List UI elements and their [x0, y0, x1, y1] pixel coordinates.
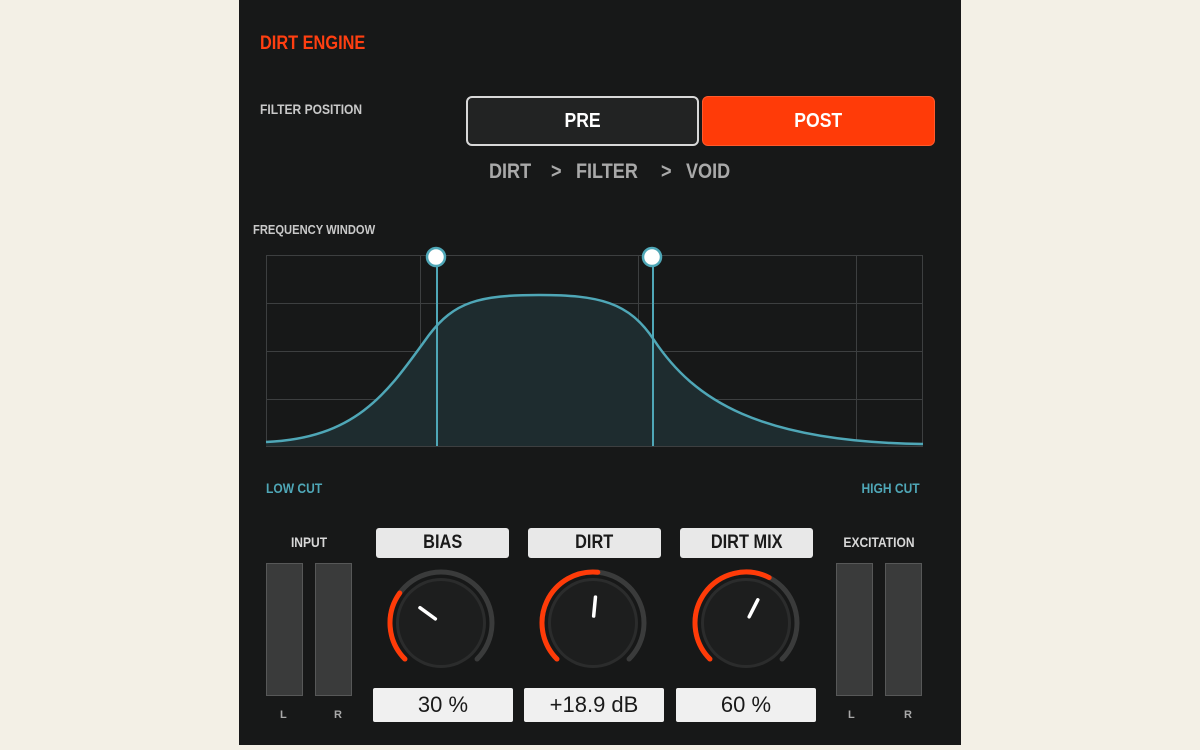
app-title: DIRT ENGINE: [260, 33, 366, 54]
filter-post-button[interactable]: POST: [702, 96, 935, 146]
dirt-engine-panel: DIRT ENGINE FILTER POSITION PRE POST DIR…: [239, 0, 961, 745]
frequency-window-graph: [265, 246, 924, 447]
bias-value[interactable]: 30 %: [373, 688, 513, 722]
dirt-knob[interactable]: [538, 568, 648, 678]
bias-knob[interactable]: [386, 568, 496, 678]
dirt-value[interactable]: +18.9 dB: [524, 688, 664, 722]
input-meter-left: [266, 563, 303, 696]
chain-step-dirt: DIRT: [489, 160, 532, 183]
excitation-meter-left: [836, 563, 873, 696]
low-cut-label: LOW CUT: [266, 480, 323, 496]
low-cut-handle[interactable]: [425, 246, 447, 268]
bias-title-text: BIAS: [422, 532, 463, 553]
dirt-mix-title: DIRT MIX: [680, 528, 813, 558]
filter-pre-button[interactable]: PRE: [466, 96, 699, 146]
input-meter-title: INPUT: [290, 534, 328, 550]
high-cut-label: HIGH CUT: [861, 480, 920, 496]
filter-post-label: POST: [794, 109, 843, 132]
dirt-mix-value[interactable]: 60 %: [676, 688, 816, 722]
dirt-title: DIRT: [528, 528, 661, 558]
input-left-label: L: [280, 709, 287, 721]
chain-arrow-2: >: [661, 160, 672, 183]
chain-arrow-1: >: [551, 160, 562, 183]
high-cut-handle[interactable]: [641, 246, 663, 268]
excitation-left-label: L: [848, 709, 855, 721]
input-right-label: R: [334, 709, 342, 721]
excitation-meter-right: [885, 563, 922, 696]
chain-step-filter: FILTER: [576, 160, 639, 183]
dirt-mix-knob[interactable]: [691, 568, 801, 678]
filter-position-label: FILTER POSITION: [260, 101, 363, 117]
filter-curve-fill: [266, 295, 923, 446]
excitation-meter-title: EXCITATION: [843, 534, 915, 550]
bias-title: BIAS: [376, 528, 509, 558]
chain-step-void: VOID: [686, 160, 731, 183]
dirt-title-text: DIRT: [575, 532, 614, 553]
excitation-right-label: R: [904, 709, 912, 721]
filter-pre-label: PRE: [564, 109, 601, 132]
signal-chain: DIRT > FILTER > VOID: [489, 160, 731, 184]
input-meter-right: [315, 563, 352, 696]
dirt-mix-title-text: DIRT MIX: [710, 532, 783, 553]
